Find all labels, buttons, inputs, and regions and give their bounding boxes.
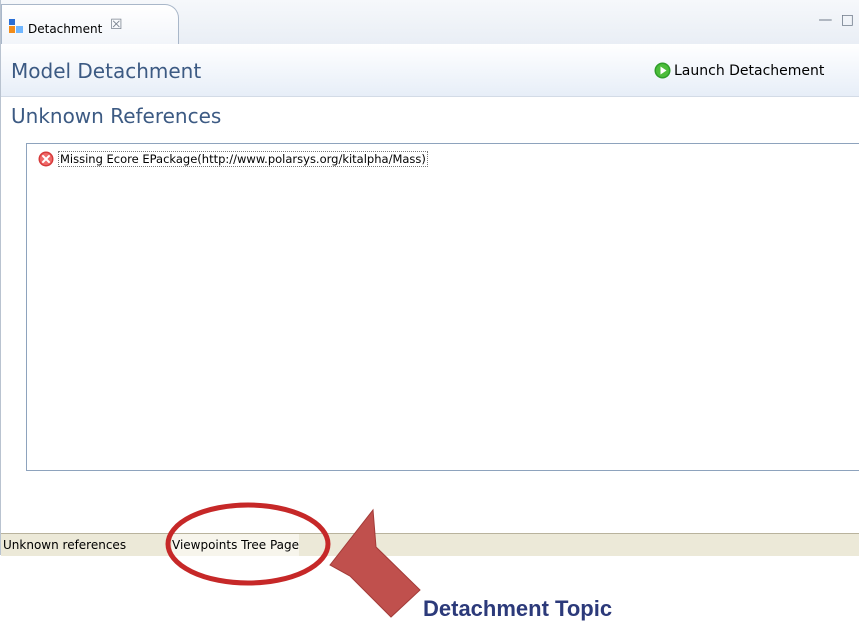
annotation-label: Detachment Topic: [423, 596, 613, 621]
close-icon[interactable]: ☒: [110, 17, 123, 33]
play-icon: [654, 62, 671, 79]
tab-viewpoints-tree-page[interactable]: Viewpoints Tree Page: [172, 534, 300, 556]
unknown-references-tree[interactable]: Missing Ecore EPackage(http://www.polars…: [26, 143, 859, 471]
minimize-maximize-icons[interactable]: — □: [818, 12, 856, 28]
tab-detachment[interactable]: Detachment ☒: [1, 4, 179, 44]
form-header: Model Detachment Launch Detachement: [1, 44, 859, 97]
tree-item-label: Missing Ecore EPackage(http://www.polars…: [58, 151, 428, 167]
section-title: Unknown References: [11, 104, 222, 128]
tab-unknown-references[interactable]: Unknown references: [3, 534, 126, 556]
page-title: Model Detachment: [11, 59, 202, 83]
editor-window: Detachment ☒ — □ Model Detachment Launch…: [0, 0, 859, 556]
page-tab-bar: Unknown references Viewpoints Tree Page: [1, 533, 859, 556]
tab-label: Detachment: [28, 22, 103, 36]
tab-bar: Detachment ☒ — □: [1, 0, 859, 45]
launch-label: Launch Detachement: [674, 63, 825, 79]
error-icon: [38, 151, 54, 167]
detachment-icon: [9, 19, 23, 33]
